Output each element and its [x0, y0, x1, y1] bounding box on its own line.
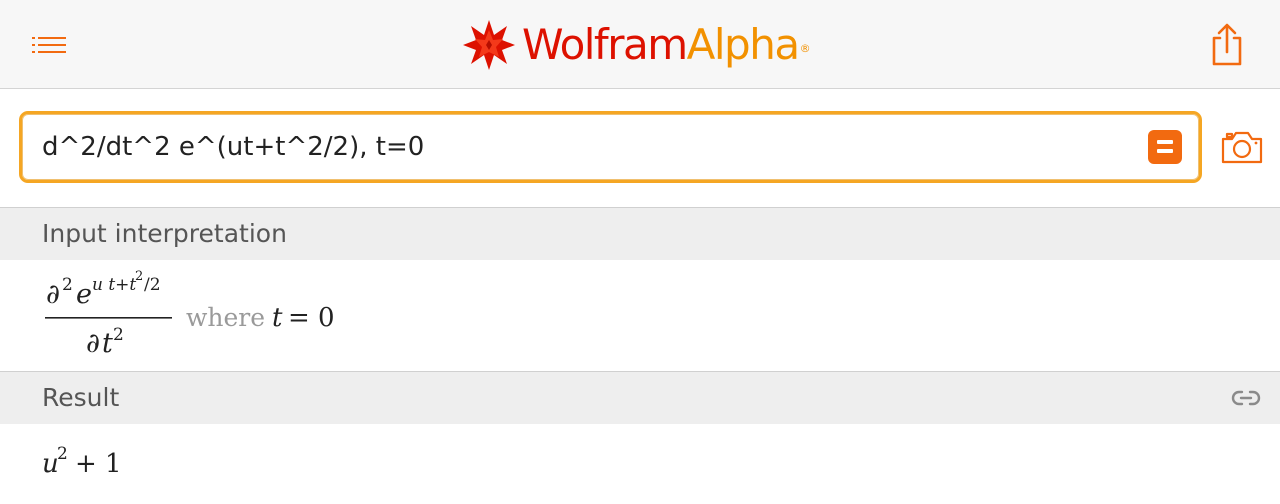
result-power: 2 [57, 444, 68, 464]
denominator-power: 2 [113, 325, 124, 345]
share-button[interactable] [1206, 22, 1248, 68]
equals-icon-top-bar [1157, 140, 1173, 144]
input-interpretation-formula: ∂ 2 e u t+t 2 /2 ∂ t 2 where t = 0 [45, 269, 335, 359]
result-pod-body: u 2 + 1 [0, 424, 1280, 504]
camera-icon [1221, 131, 1263, 164]
exponent-power: 2 [135, 269, 143, 284]
input-interpretation-pod-header: Input interpretation [0, 207, 1280, 260]
numerator-partial: ∂ [46, 279, 60, 310]
pod-title-input-interpretation: Input interpretation [42, 219, 287, 248]
share-icon [1212, 23, 1242, 66]
denominator-var: t [102, 328, 113, 359]
numerator-e: e [76, 279, 92, 310]
condition-value: = 0 [288, 303, 335, 333]
result-formula: u 2 + 1 [42, 444, 122, 479]
result-pod-header: Result [0, 371, 1280, 424]
logo-wordmark: WolframAlpha® [522, 18, 811, 72]
fraction-bar [45, 317, 172, 319]
result-rest: + 1 [75, 449, 122, 479]
search-box[interactable]: d^2/dt^2 e^(ut+t^2/2), t=0 [19, 111, 1202, 183]
search-input[interactable]: d^2/dt^2 e^(ut+t^2/2), t=0 [42, 114, 1122, 180]
permalink-button[interactable] [1230, 386, 1262, 410]
equals-icon-bottom-bar [1157, 149, 1173, 153]
camera-button[interactable] [1220, 129, 1264, 165]
wolfram-spikey-icon [463, 20, 515, 70]
numerator-power: 2 [62, 275, 73, 295]
where-label: where [186, 303, 265, 332]
input-interpretation-pod-body: ∂ 2 e u t+t 2 /2 ∂ t 2 where t = 0 [0, 260, 1280, 370]
link-icon [1231, 390, 1261, 406]
compute-button[interactable] [1148, 130, 1182, 164]
exponent-part1: u t+t [92, 275, 136, 295]
logo-wolfram-text: Wolfram [522, 20, 688, 69]
condition-variable: t [272, 303, 283, 333]
logo-alpha-text: Alpha [686, 20, 800, 69]
menu-button[interactable] [28, 30, 72, 60]
pod-title-result: Result [42, 383, 120, 412]
wolframalpha-logo: WolframAlpha® [462, 18, 811, 72]
registered-mark: ® [799, 42, 811, 55]
wolframalpha-app: WolframAlpha® d^2/dt^2 e^(ut+t^2/2), t=0 [0, 0, 1280, 504]
denominator-partial: ∂ [86, 328, 100, 359]
menu-list-icon [32, 37, 66, 53]
search-area: d^2/dt^2 e^(ut+t^2/2), t=0 [0, 89, 1280, 207]
exponent-part2: /2 [144, 275, 161, 295]
top-bar: WolframAlpha® [0, 0, 1280, 89]
